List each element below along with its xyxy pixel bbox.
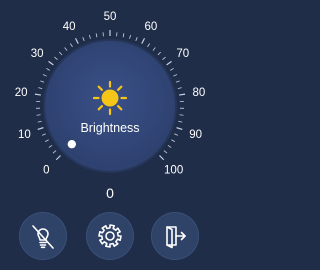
dial-tick (44, 139, 49, 143)
dial-tick (74, 38, 79, 44)
exit-button[interactable] (151, 212, 199, 260)
dial-tick (42, 74, 47, 77)
dial-tick (122, 33, 125, 38)
dial-tick (135, 37, 138, 42)
dial-tick (64, 47, 68, 51)
dial-scale-label: 30 (31, 48, 44, 60)
lightbulb-off-icon (32, 225, 54, 249)
dial-tick (141, 38, 146, 44)
dial-tick (175, 80, 180, 83)
dial-tick (37, 120, 42, 123)
dial-tick (59, 51, 63, 56)
dial-label: Brightness (80, 121, 139, 135)
dial-tick (177, 87, 182, 89)
dial-tick (157, 51, 161, 56)
gear-icon (98, 224, 122, 248)
dial-scale-label: 10 (18, 129, 31, 141)
dial-tick (38, 87, 43, 89)
exit-door-icon (166, 226, 186, 249)
dial-scale-label: 60 (144, 21, 157, 33)
dial-scale-label: 80 (192, 87, 205, 99)
dial-tick (159, 155, 165, 161)
dial-value: 0 (106, 185, 114, 201)
dial-tick (41, 133, 46, 136)
dial-tick (40, 80, 45, 83)
dial-tick (167, 145, 172, 148)
dial-tick (166, 60, 172, 66)
dial-tick (170, 67, 174, 71)
dial-tick (95, 33, 98, 38)
dial-knob[interactable] (67, 139, 77, 149)
dial-scale-label: 100 (164, 165, 183, 177)
dial-tick (178, 120, 183, 123)
dial-tick (82, 37, 85, 42)
dial-scale-label: 70 (176, 48, 189, 60)
dial-tick (54, 56, 58, 61)
dial-scale-label: 50 (104, 11, 117, 23)
dial-tick (48, 145, 53, 148)
dial-tick (179, 114, 184, 116)
dial-scale-label: 90 (189, 129, 202, 141)
dial-tick (179, 93, 186, 96)
dial-tick (174, 133, 179, 136)
dial-scale-label: 0 (43, 165, 49, 177)
dial-tick (163, 150, 168, 154)
dial-tick (48, 60, 54, 66)
dial-tick (147, 43, 150, 48)
dial-tick (152, 47, 156, 51)
dial-tick (37, 127, 44, 131)
dial-tick (70, 43, 73, 48)
dial-tick (34, 93, 41, 96)
dial-tick (176, 127, 183, 131)
dial-scale-label: 40 (63, 21, 76, 33)
dial-tick (46, 67, 50, 71)
dial-tick (36, 114, 41, 116)
dial-tick (52, 150, 57, 154)
dial-tick (88, 34, 91, 39)
light-off-button[interactable] (19, 212, 67, 260)
dial-tick (171, 139, 176, 143)
dial-tick (55, 155, 61, 161)
dial-scale-label: 20 (15, 87, 28, 99)
dial-tick (162, 56, 166, 61)
dial-tick (129, 34, 132, 39)
settings-button[interactable] (86, 212, 134, 260)
sun-icon (92, 80, 128, 116)
dial-tick (173, 74, 178, 77)
